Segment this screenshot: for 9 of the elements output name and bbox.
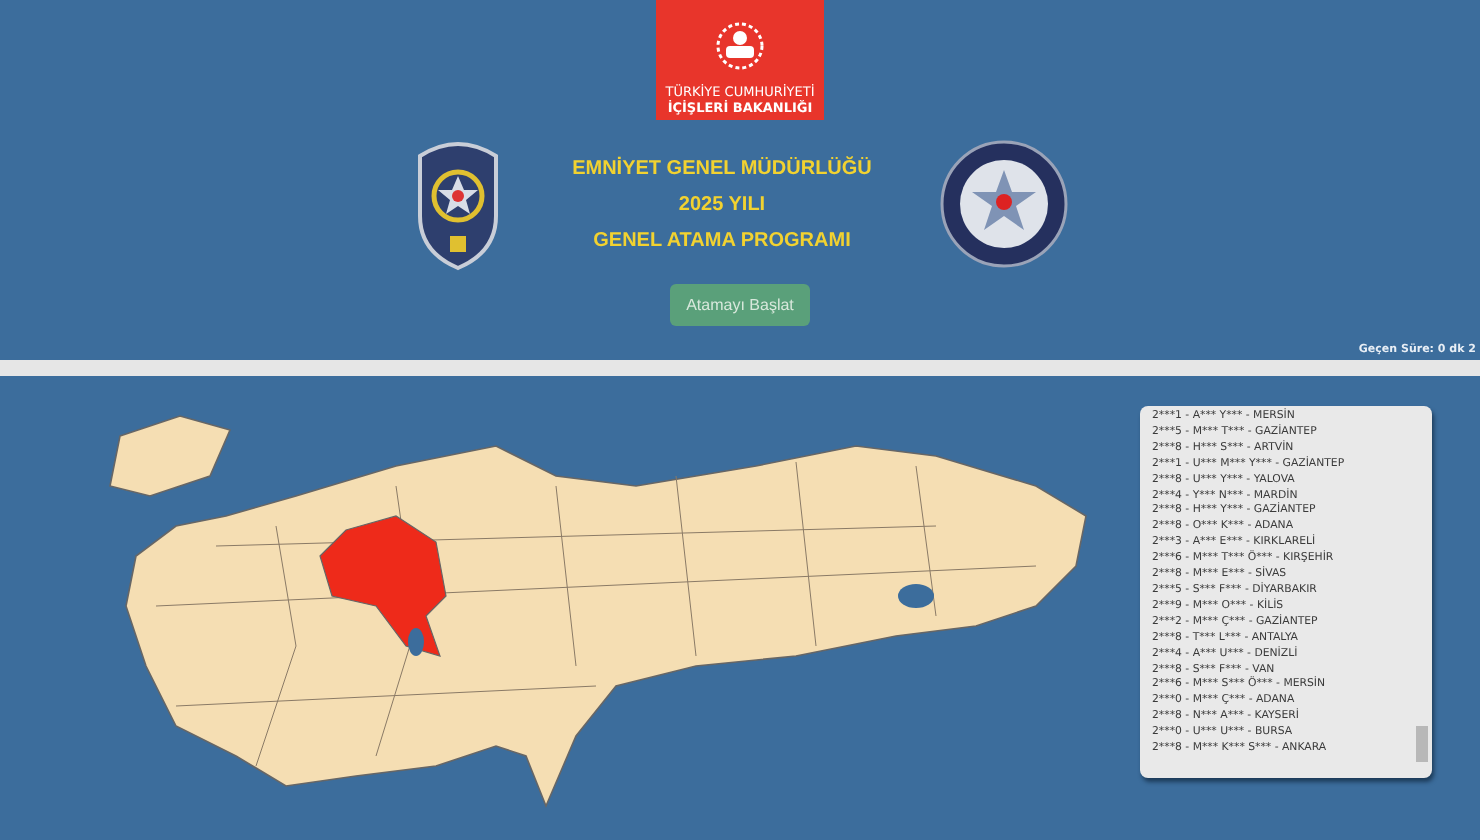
assignment-list[interactable]: [1140, 406, 1432, 778]
program-title: EMNİYET GENEL MÜDÜRLÜĞÜ: [572, 157, 872, 179]
program-title: GENEL ATAMA PROGRAMI: [593, 229, 851, 251]
program-title: 2025 YILI: [678, 193, 766, 215]
star-emblem-icon: [940, 138, 1068, 270]
start-button[interactable]: Atamayı Başlat: [670, 284, 810, 326]
scrollbar-thumb[interactable]: [1416, 726, 1428, 762]
emblem-icon: [714, 20, 766, 72]
badge-icon: [412, 136, 504, 272]
